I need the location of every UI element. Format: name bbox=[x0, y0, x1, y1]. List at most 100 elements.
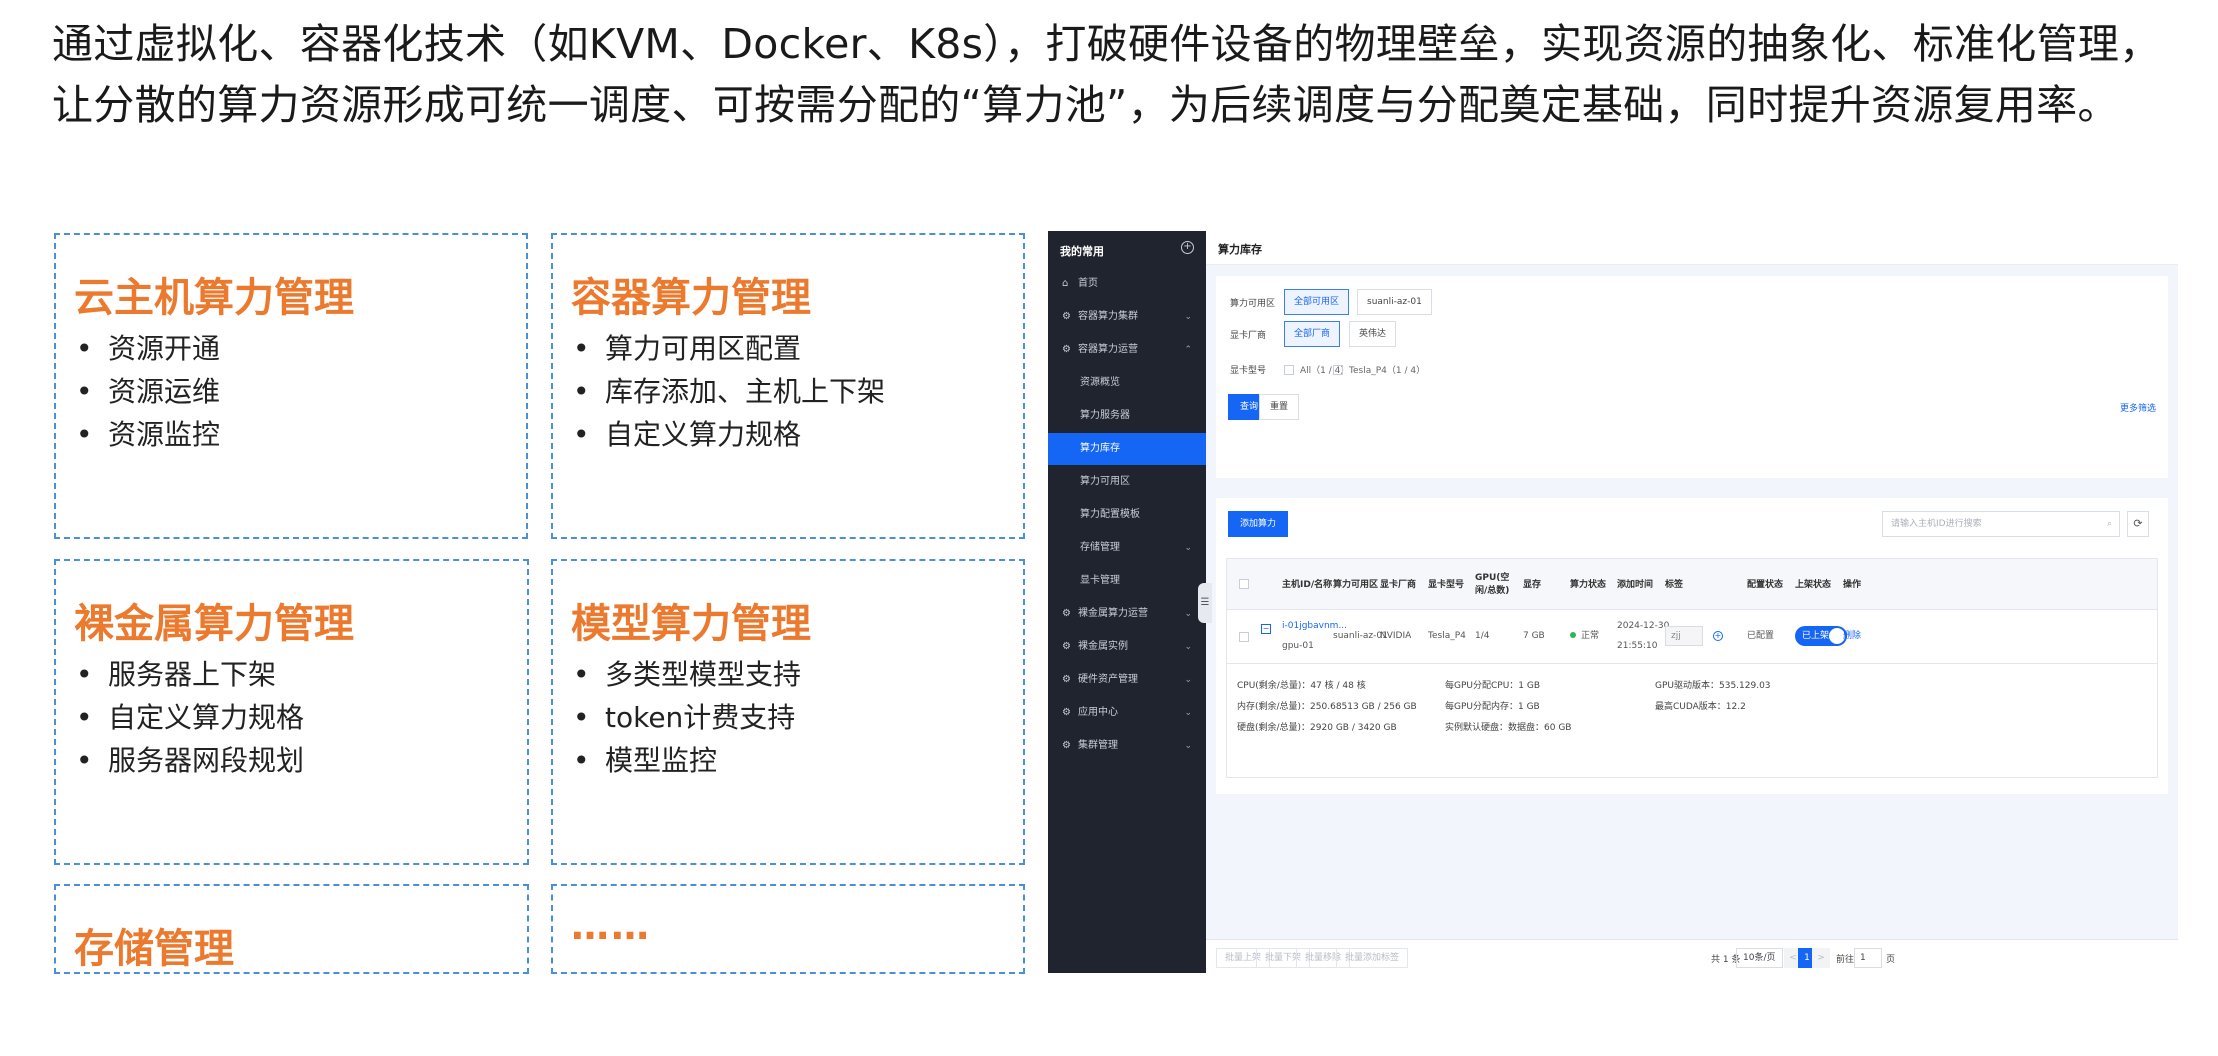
col-status: 算力状态 bbox=[1570, 579, 1607, 590]
page-header: 算力库存 bbox=[1206, 231, 2178, 265]
list-item: • 算力可用区配置 bbox=[573, 332, 802, 365]
config-status: 已配置 bbox=[1747, 631, 1775, 641]
col-gpu: GPU(空闲/总数) bbox=[1475, 573, 1510, 596]
detail-driver: GPU驱动版本：535.129.03 bbox=[1655, 681, 1771, 691]
chevron-down-icon: ⌄ bbox=[1184, 609, 1192, 619]
col-config: 配置状态 bbox=[1747, 579, 1784, 590]
page-unit: 页 bbox=[1886, 955, 1896, 965]
card-title: …… bbox=[571, 904, 651, 948]
refresh-icon[interactable]: ⟳ bbox=[2127, 511, 2149, 537]
detail-default-disk: 实例默认硬盘：数据盘：60 GB bbox=[1445, 723, 1572, 733]
chevron-down-icon: ⌄ bbox=[1184, 675, 1192, 685]
next-page-button[interactable]: > bbox=[1812, 948, 1830, 968]
sidebar-item-cluster-mgmt[interactable]: ⚙ 集群管理 ⌄ bbox=[1048, 730, 1206, 762]
card-title: 存储管理 bbox=[74, 926, 234, 972]
vendor-option-all[interactable]: 全部厂商 bbox=[1284, 321, 1341, 347]
sidebar-item-hardware-assets[interactable]: ⚙ 硬件资产管理 ⌄ bbox=[1048, 664, 1206, 696]
card-list: • 资源开通 • 资源运维 • 资源监控 bbox=[74, 327, 220, 456]
list-item: • token计费支持 bbox=[573, 701, 796, 734]
detail-mem: 内存(剩余/总量)：250.68513 GB / 256 GB bbox=[1237, 702, 1417, 712]
table-row[interactable]: − i-01jgbavnm... gpu-01 suanli-az-01 NVI… bbox=[1226, 610, 2158, 664]
sidebar-item-container-ops[interactable]: ⚙ 容器算力运营 ⌃ bbox=[1048, 334, 1206, 366]
chevron-down-icon: ⌄ bbox=[1184, 543, 1192, 553]
card-list: • 多类型模型支持 • token计费支持 • 模型监控 bbox=[571, 653, 801, 782]
card-title: 模型算力管理 bbox=[571, 601, 811, 647]
page-size-select[interactable]: 10条/页 bbox=[1736, 948, 1783, 968]
row-checkbox[interactable] bbox=[1239, 632, 1249, 642]
list-item: • 多类型模型支持 bbox=[573, 658, 802, 691]
zone-option-az01[interactable]: suanli-az-01 bbox=[1357, 289, 1432, 315]
add-tag-icon[interactable]: + bbox=[1713, 631, 1723, 641]
sidebar-item-compute-servers[interactable]: 算力服务器 bbox=[1048, 400, 1206, 432]
more-filters-link[interactable]: 更多筛选 bbox=[2120, 401, 2156, 414]
sidebar-header: 我的常用 bbox=[1060, 245, 1104, 258]
status-dot-icon bbox=[1570, 632, 1576, 638]
col-time: 添加时间 bbox=[1617, 579, 1654, 590]
sidebar-item-baremetal-ops[interactable]: ⚙ 裸金属算力运营 ⌄ bbox=[1048, 598, 1206, 630]
expand-row-icon[interactable]: − bbox=[1261, 624, 1271, 634]
list-item: • 服务器网段规划 bbox=[76, 744, 305, 777]
filter-panel: 算力可用区 全部可用区 suanli-az-01 显卡厂商 全部厂商 英伟达 显… bbox=[1216, 276, 2168, 478]
sidebar-item-storage[interactable]: 存储管理 ⌄ bbox=[1048, 532, 1206, 564]
shelf-toggle[interactable]: 已上架 bbox=[1795, 626, 1847, 646]
gear-icon: ⚙ bbox=[1062, 740, 1071, 751]
batch-tag-button[interactable]: 批量添加标签 bbox=[1336, 948, 1409, 968]
table-header: 主机ID/名称 算力可用区 显卡厂商 显卡型号 GPU(空闲/总数) 显存 算力… bbox=[1226, 558, 2158, 610]
card-more: …… bbox=[551, 884, 1025, 974]
sidebar-item-compute-zones[interactable]: 算力可用区 bbox=[1048, 466, 1206, 498]
card-vm-compute: 云主机算力管理 • 资源开通 • 资源运维 • 资源监控 bbox=[54, 233, 528, 539]
add-compute-button[interactable]: 添加算力 bbox=[1228, 511, 1289, 537]
vendor-option-nvidia[interactable]: 英伟达 bbox=[1349, 321, 1397, 347]
time-date: 2024-12-30 bbox=[1617, 621, 1670, 631]
footer-bar: 批量上架 批量下架 批量移除 批量添加标签 共 1 条 10条/页 < 1 > … bbox=[1206, 939, 2178, 973]
zone-option-all[interactable]: 全部可用区 bbox=[1284, 289, 1350, 315]
sidebar-item-gpu-mgmt[interactable]: 显卡管理 bbox=[1048, 565, 1206, 597]
sidebar-item-home[interactable]: ⌂ 首页 bbox=[1048, 268, 1206, 300]
gpu-cell: 1/4 bbox=[1475, 631, 1490, 641]
vendor-label: 显卡厂商 bbox=[1230, 331, 1267, 341]
select-all-checkbox[interactable] bbox=[1239, 579, 1249, 589]
chevron-up-icon: ⌃ bbox=[1184, 345, 1192, 355]
gear-icon: ⚙ bbox=[1062, 674, 1071, 685]
model-checkbox-tesla-p4[interactable]: Tesla_P4（1 / 4） bbox=[1333, 363, 1425, 376]
search-input[interactable]: 请输入主机ID进行搜索 ⌕ bbox=[1882, 511, 2120, 537]
gear-icon: ⚙ bbox=[1062, 707, 1071, 718]
col-vram: 显存 bbox=[1523, 579, 1542, 590]
delete-link[interactable]: 删除 bbox=[1843, 628, 1861, 644]
sidebar-item-compute-inventory[interactable]: 算力库存 bbox=[1048, 433, 1206, 465]
sidebar-item-resource-overview[interactable]: 资源概览 bbox=[1048, 367, 1206, 399]
col-tag: 标签 bbox=[1665, 579, 1684, 590]
detail-gpu-cpu: 每GPU分配CPU：1 GB bbox=[1445, 681, 1541, 691]
card-model-compute: 模型算力管理 • 多类型模型支持 • token计费支持 • 模型监控 bbox=[551, 559, 1025, 865]
gear-icon: ⚙ bbox=[1062, 608, 1071, 619]
reset-button[interactable]: 重置 bbox=[1259, 394, 1300, 420]
chevron-down-icon: ⌄ bbox=[1184, 708, 1192, 718]
goto-page-input[interactable]: 1 bbox=[1854, 948, 1882, 968]
list-item: • 资源开通 bbox=[76, 332, 221, 365]
home-icon: ⌂ bbox=[1062, 278, 1069, 289]
card-title: 容器算力管理 bbox=[571, 275, 811, 321]
app-screenshot: 我的常用 + ⌂ 首页 ⚙ 容器算力集群 ⌄ ⚙ 容器算力运营 ⌃ 资源概览 算力服务器 … bbox=[1048, 231, 2178, 973]
card-list: • 服务器上下架 • 自定义算力规格 • 服务器网段规划 bbox=[74, 653, 304, 782]
col-host: 主机ID/名称 bbox=[1282, 579, 1333, 590]
sidebar-item-app-center[interactable]: ⚙ 应用中心 ⌄ bbox=[1048, 697, 1206, 729]
add-favorite-icon[interactable]: + bbox=[1181, 241, 1194, 254]
tag-select[interactable]: zjj bbox=[1665, 626, 1703, 646]
search-icon: ⌕ bbox=[2106, 519, 2112, 529]
card-list: • 算力可用区配置 • 库存添加、主机上下架 • 自定义算力规格 bbox=[571, 327, 885, 456]
model-cell: Tesla_P4 bbox=[1428, 631, 1466, 641]
list-item: • 模型监控 bbox=[573, 744, 718, 777]
sidebar-item-config-templates[interactable]: 算力配置模板 bbox=[1048, 499, 1206, 531]
time-clock: 21:55:10 bbox=[1617, 641, 1658, 651]
gear-icon: ⚙ bbox=[1062, 641, 1071, 652]
sidebar-item-container-cluster[interactable]: ⚙ 容器算力集群 ⌄ bbox=[1048, 301, 1206, 333]
card-title: 裸金属算力管理 bbox=[74, 601, 354, 647]
col-vendor: 显卡厂商 bbox=[1380, 579, 1417, 590]
detail-disk: 硬盘(剩余/总量)：2920 GB / 3420 GB bbox=[1237, 723, 1397, 733]
chevron-down-icon: ⌄ bbox=[1184, 741, 1192, 751]
chevron-down-icon: ⌄ bbox=[1184, 642, 1192, 652]
sidebar-item-baremetal-instance[interactable]: ⚙ 裸金属实例 ⌄ bbox=[1048, 631, 1206, 663]
gear-icon: ⚙ bbox=[1062, 311, 1071, 322]
status-badge: 正常 bbox=[1570, 628, 1599, 644]
zone-label: 算力可用区 bbox=[1230, 299, 1276, 309]
